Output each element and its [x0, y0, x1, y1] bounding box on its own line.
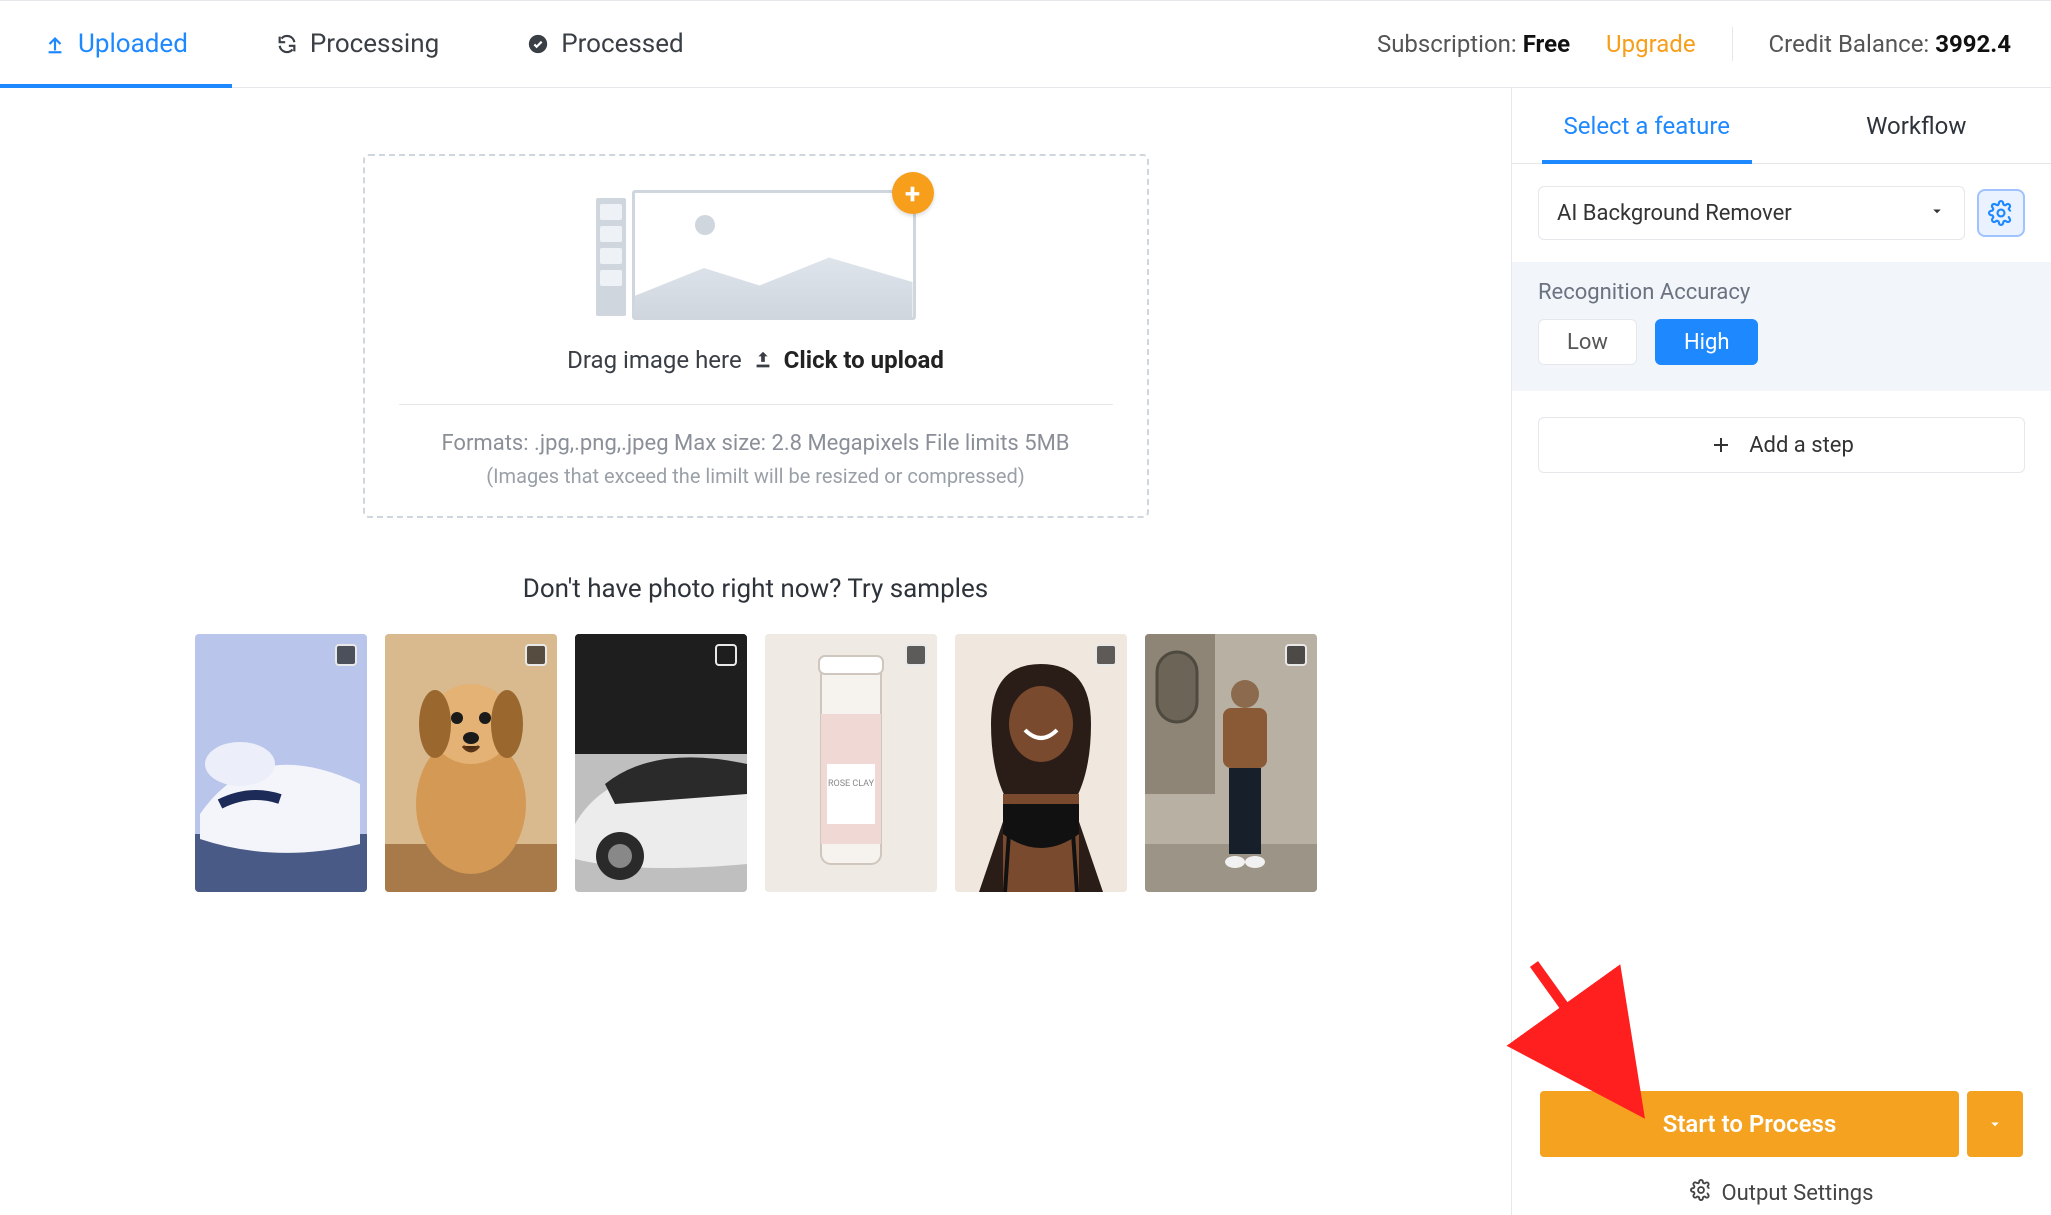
sample-image[interactable] [1145, 634, 1317, 892]
tab-uploaded[interactable]: Uploaded [0, 1, 232, 87]
credit-balance: Credit Balance: 3992.4 [1769, 30, 2011, 58]
top-bar: Uploaded Processing Processed Subscripti… [0, 0, 2051, 88]
separator [1732, 27, 1733, 61]
sample-checkbox[interactable] [715, 644, 737, 666]
tab-uploaded-label: Uploaded [78, 29, 188, 59]
credit-value: 3992.4 [1935, 30, 2011, 58]
sample-checkbox[interactable] [335, 644, 357, 666]
tab-processed-label: Processed [561, 29, 683, 59]
top-right: Subscription: Free Upgrade Credit Balanc… [1377, 1, 2051, 87]
add-step-label: Add a step [1749, 433, 1854, 458]
credit-label: Credit Balance: [1769, 30, 1930, 58]
subscription-value: Free [1523, 30, 1570, 58]
right-panel: Select a feature Workflow AI Background … [1511, 88, 2051, 1215]
sample-image[interactable] [385, 634, 557, 892]
subscription: Subscription: Free [1377, 30, 1570, 58]
right-footer: Start to Process Output Settings [1512, 1091, 2051, 1215]
dropzone-text: Drag image here Click to upload [399, 346, 1113, 374]
feature-settings-button[interactable] [1977, 189, 2025, 237]
plus-icon: + [892, 172, 934, 214]
output-settings-label: Output Settings [1722, 1181, 1874, 1206]
check-circle-icon [527, 33, 549, 55]
sample-checkbox[interactable] [1285, 644, 1307, 666]
annotation-arrow [1524, 954, 1644, 1099]
accuracy-segment: Low High [1538, 319, 2025, 365]
tab-processed[interactable]: Processed [483, 1, 727, 87]
svg-text:ROSE CLAY: ROSE CLAY [827, 779, 874, 789]
feature-select-value: AI Background Remover [1557, 201, 1792, 226]
chevron-down-icon [1928, 201, 1946, 226]
start-process-more-button[interactable] [1967, 1091, 2023, 1157]
drag-text: Drag image here [567, 346, 742, 374]
sample-image[interactable]: ROSE CLAY [765, 634, 937, 892]
right-tabs: Select a feature Workflow [1512, 88, 2051, 164]
accuracy-high[interactable]: High [1655, 319, 1759, 365]
upgrade-link[interactable]: Upgrade [1606, 30, 1696, 58]
gear-icon [1690, 1179, 1712, 1207]
tab-processing[interactable]: Processing [232, 1, 483, 87]
click-upload-text[interactable]: Click to upload [784, 346, 944, 374]
output-settings-link[interactable]: Output Settings [1540, 1179, 2023, 1215]
accuracy-low[interactable]: Low [1538, 319, 1637, 365]
upload-icon [44, 33, 66, 55]
sample-checkbox[interactable] [1095, 644, 1117, 666]
subscription-label: Subscription: [1377, 30, 1517, 58]
accuracy-panel: Recognition Accuracy Low High [1512, 262, 2051, 391]
center-panel: + Drag image here Click to upload Format… [0, 88, 1511, 1215]
sample-checkbox[interactable] [525, 644, 547, 666]
tab-select-feature[interactable]: Select a feature [1512, 88, 1782, 163]
dropzone-formats: Formats: .jpg,.png,.jpeg Max size: 2.8 M… [399, 431, 1113, 456]
sample-image[interactable] [195, 634, 367, 892]
dropzone-note: (Images that exceed the limilt will be r… [399, 464, 1113, 488]
sample-image[interactable] [575, 634, 747, 892]
sample-gallery: ROSE CLAY [0, 634, 1511, 892]
feature-select[interactable]: AI Background Remover [1538, 186, 1965, 240]
feature-row: AI Background Remover [1512, 164, 2051, 262]
main-tabs: Uploaded Processing Processed [0, 1, 728, 87]
sample-image[interactable] [955, 634, 1127, 892]
dropzone-illustration: + [596, 190, 916, 320]
add-step-button[interactable]: Add a step [1538, 417, 2025, 473]
tab-processing-label: Processing [310, 29, 439, 59]
refresh-icon [276, 33, 298, 55]
dropzone[interactable]: + Drag image here Click to upload Format… [363, 154, 1149, 518]
samples-title: Don't have photo right now? Try samples [0, 574, 1511, 604]
tab-workflow[interactable]: Workflow [1782, 88, 2051, 163]
upload-small-icon [752, 349, 774, 371]
sample-checkbox[interactable] [905, 644, 927, 666]
accuracy-label: Recognition Accuracy [1538, 280, 2025, 305]
start-process-button[interactable]: Start to Process [1540, 1091, 1959, 1157]
